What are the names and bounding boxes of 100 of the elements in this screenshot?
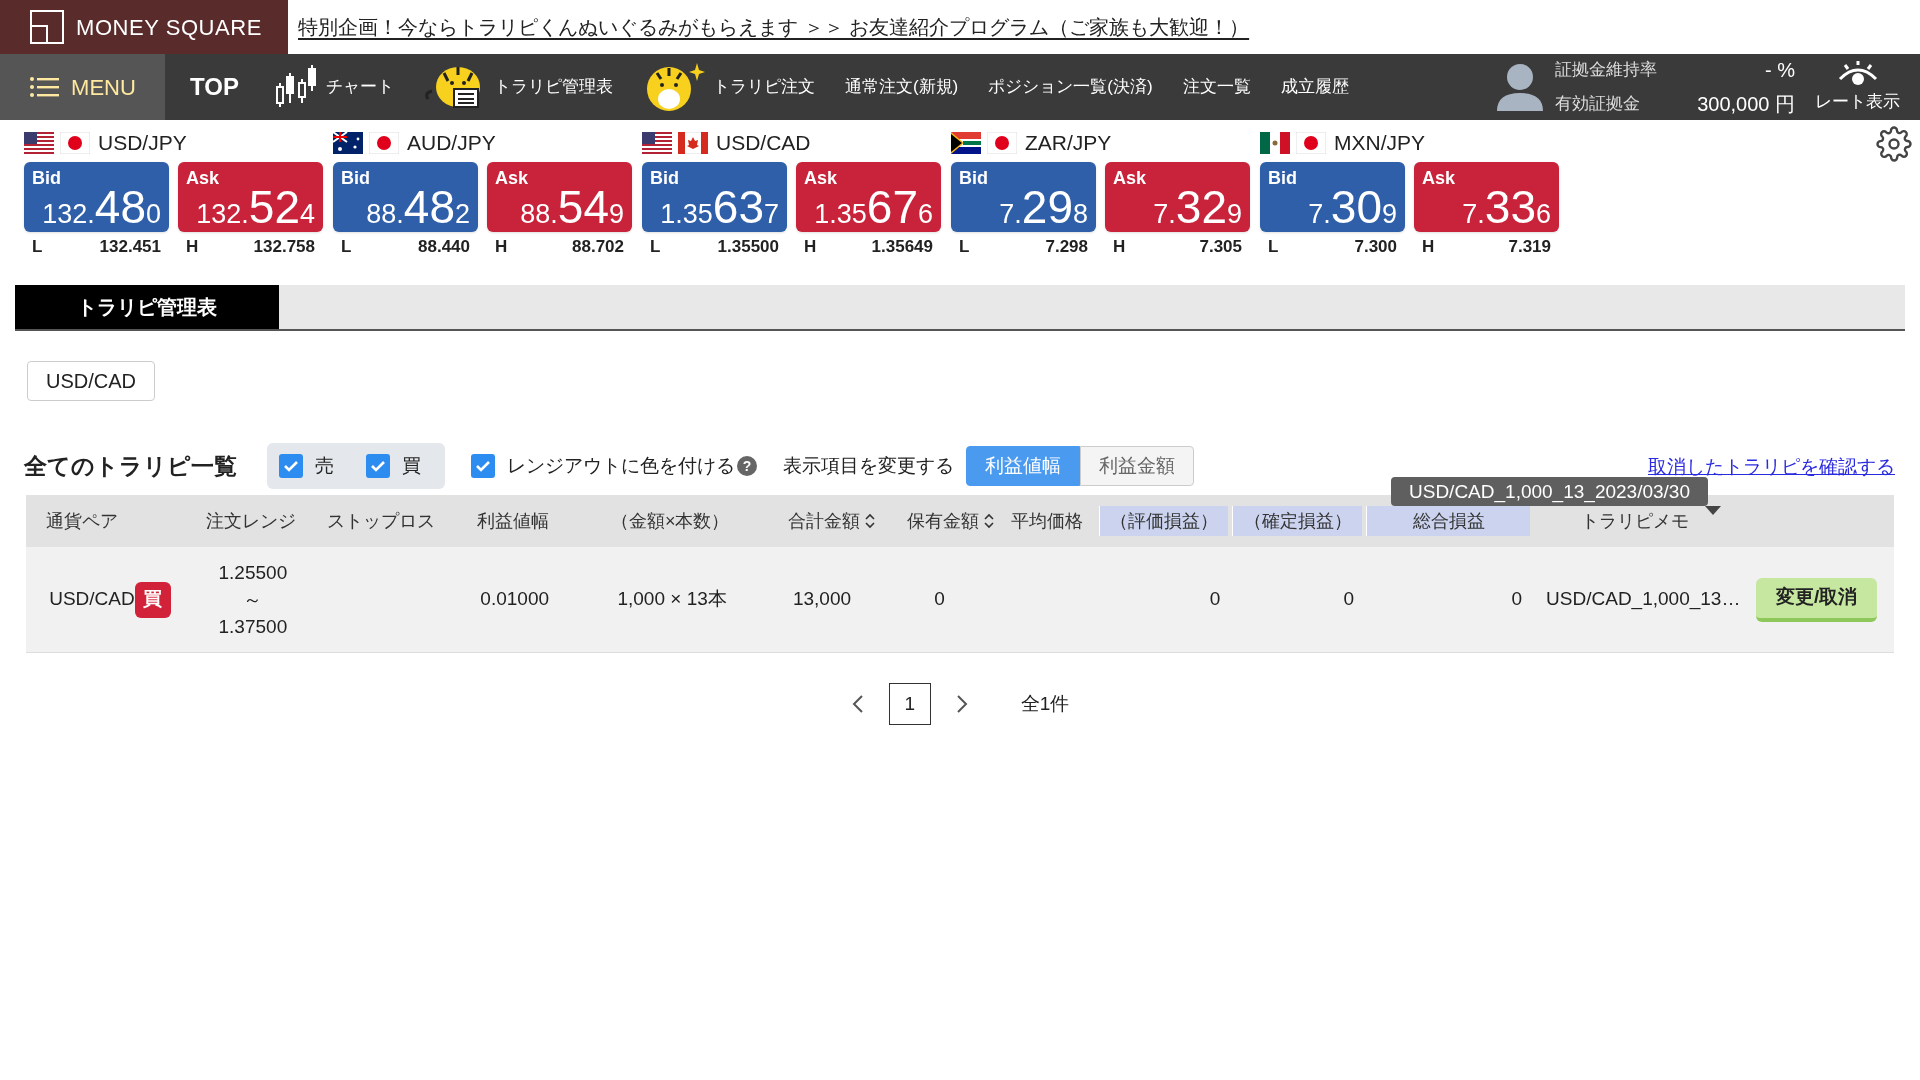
table-cell-text: 1.37500 [218, 615, 288, 639]
flag-icon [951, 132, 981, 154]
flag-maple-leaf-icon [678, 132, 708, 154]
sort-icon[interactable] [863, 513, 876, 529]
stat-label: H [804, 236, 817, 258]
stat-label: H [1422, 236, 1435, 258]
page-number-button[interactable]: 1 [888, 683, 931, 725]
settings-icon[interactable] [1876, 126, 1912, 162]
table-cell-text: 1,000 × 13本 [617, 587, 727, 612]
help-icon[interactable]: ? [737, 456, 757, 476]
logo-icon [30, 10, 64, 44]
table-cell-text: ～ [243, 588, 263, 612]
checkbox[interactable] [471, 454, 495, 478]
nav-link[interactable]: トラリピ注文 [642, 54, 815, 120]
table-cell-text: 0 [934, 587, 945, 612]
column-header: 通貨ペア [45, 509, 118, 533]
price-bid-button[interactable]: Bid 7.309 [1260, 162, 1405, 232]
checkbox[interactable] [279, 454, 303, 478]
account-label: 有効証拠金 [1555, 93, 1641, 116]
change-cancel-button[interactable]: 変更/取消 [1755, 577, 1878, 622]
nav-link[interactable]: トラリピ管理表 [423, 54, 613, 120]
cancelled-orders-link[interactable]: 取消したトラリピを確認する [1648, 456, 1895, 476]
stat-value: 7.298 [1045, 236, 1088, 258]
tooltip: USD/CAD_1,000_13_2023/03/30 [1391, 477, 1708, 506]
account-value: 300,000 円 [1696, 92, 1795, 117]
stat-value: 132.451 [99, 236, 161, 258]
table-cell-text: 0 [1209, 587, 1221, 612]
checkbox-label: 売 [315, 453, 334, 478]
column-header: （確定損益） [1232, 506, 1363, 536]
nav-link[interactable]: ポジション一覧(決済) [988, 54, 1153, 120]
account-label: 証拠金維持率 [1555, 59, 1657, 82]
stat-label: L [341, 236, 352, 258]
sort-icon[interactable] [983, 513, 996, 529]
currency-pair-label: USD/JPY [98, 130, 187, 157]
stat-value: 1.35500 [717, 236, 779, 258]
user-avatar-icon [1497, 63, 1543, 111]
price-bid-button[interactable]: Bid 7.298 [951, 162, 1096, 232]
chevron-right-icon[interactable] [954, 694, 969, 714]
nav-link[interactable]: TOP [190, 54, 239, 120]
stat-label: L [32, 236, 43, 258]
promo-banner-link[interactable]: 特別企画！今ならトラリピくんぬいぐるみがもらえます ＞＞ お友達紹介プログラム（ご家族も大歓迎！） [298, 12, 1250, 42]
column-header: 保有金額 [907, 509, 980, 533]
nav-link[interactable]: チャート [273, 54, 394, 120]
stat-label: L [650, 236, 661, 258]
column-header: 注文レンジ [205, 509, 296, 533]
total-count: 全1件 [1020, 691, 1070, 716]
stat-label: H [1113, 236, 1126, 258]
table-cell-text: USD/CAD [49, 587, 135, 612]
table-cell-text: 0.01000 [480, 587, 550, 612]
flag-stripes-icon [24, 132, 54, 154]
logo-text: MONEY SQUARE [76, 13, 262, 42]
column-header: 利益値幅 [476, 509, 549, 533]
flag-stars-icon [333, 132, 363, 154]
tooltip-arrow-icon [1705, 506, 1721, 515]
price-ask-button[interactable]: Ask 7.336 [1414, 162, 1559, 232]
chevron-left-icon[interactable] [850, 694, 865, 714]
column-header: ストップロス [326, 509, 435, 533]
column-header: （金額×本数） [610, 509, 730, 533]
stat-label: L [959, 236, 970, 258]
flag-stripes-icon [642, 132, 672, 154]
menu-button[interactable]: MENU [0, 54, 165, 120]
stat-value: 1.35649 [871, 236, 933, 258]
table-cell-text: USD/CAD_1,000_13… [1546, 587, 1741, 612]
stat-label: H [495, 236, 508, 258]
column-header: 合計金額 [787, 509, 860, 533]
price-bid-button[interactable]: Bid 88.482 [333, 162, 478, 232]
section-title: 全てのトラリピ一覧 [24, 451, 237, 481]
display-label: 表示項目を変更する [783, 453, 954, 478]
checkbox[interactable] [366, 454, 390, 478]
currency-pair-label: ZAR/JPY [1025, 130, 1112, 157]
currency-pair-label: MXN/JPY [1334, 130, 1425, 157]
nav-link[interactable]: 注文一覧 [1182, 54, 1251, 120]
stat-label: H [186, 236, 199, 258]
stat-value: 7.305 [1199, 236, 1242, 258]
price-ask-button[interactable]: Ask 88.549 [487, 162, 632, 232]
rate-display-button[interactable]: レート表示 [1815, 59, 1900, 115]
stat-value: 88.702 [572, 236, 624, 258]
column-header: トラリピメモ [1580, 509, 1689, 533]
page-tab[interactable]: トラリピ管理表 [15, 285, 279, 329]
menu-icon [29, 76, 60, 98]
table-cell-text: 0 [1343, 587, 1355, 612]
column-header: 総合損益 [1366, 506, 1531, 536]
nav-link[interactable]: 通常注文(新規) [844, 54, 959, 120]
checkbox-label: レンジアウトに色を付ける [507, 453, 735, 478]
segment-tab[interactable]: 利益金額 [1080, 446, 1194, 486]
currency-pair-label: USD/CAD [716, 130, 811, 157]
stat-label: L [1268, 236, 1279, 258]
column-header: 平均価格 [1011, 509, 1084, 533]
currency-pair-button[interactable]: USD/CAD [27, 361, 155, 401]
table-cell-text: 13,000 [792, 587, 852, 612]
logo-bar[interactable]: MONEY SQUARE [0, 0, 288, 54]
nav-link[interactable]: 成立履歴 [1280, 54, 1349, 120]
column-header: （評価損益） [1099, 506, 1229, 536]
buy-badge: 買 [134, 581, 171, 618]
price-ask-button[interactable]: Ask 7.329 [1105, 162, 1250, 232]
account-value: - % [1764, 58, 1795, 83]
stat-value: 88.440 [418, 236, 470, 258]
stat-value: 7.300 [1354, 236, 1397, 258]
flag-tricolor-icon [1260, 132, 1290, 154]
stat-value: 7.319 [1508, 236, 1551, 258]
